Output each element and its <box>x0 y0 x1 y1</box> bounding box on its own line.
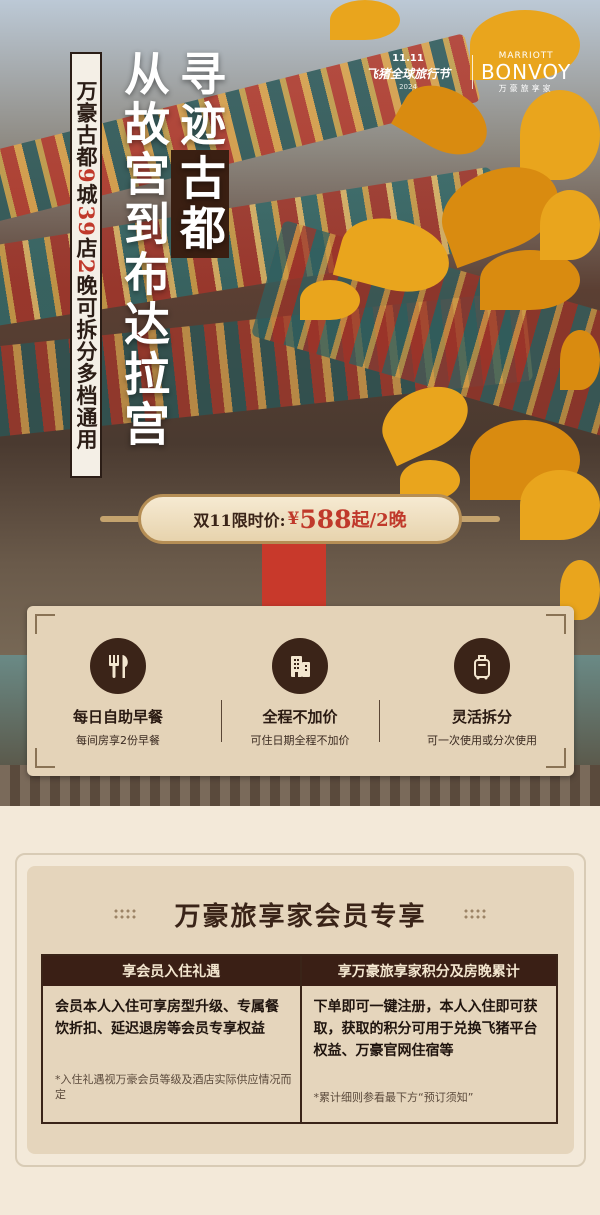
benefit-header: 享会员入住礼遇 <box>43 956 300 986</box>
headline-right-text: 寻迹 <box>173 50 227 150</box>
feature-subtitle: 每间房享2份早餐 <box>76 734 160 747</box>
hero-section: 万豪古都9城39店2晚可拆分多档通用 从故宫到布达拉宫 寻迹古都 11.11 飞… <box>0 0 600 806</box>
corner-ornament <box>35 748 55 768</box>
marriott-bonvoy-logo: MARRIOTT BONVOY 万豪旅享家 <box>481 50 572 93</box>
tag-text: 万豪古都 <box>74 79 99 168</box>
feature-no-markup: 全程不加价 可住日期全程不加价 <box>209 638 391 748</box>
fliggy-logo: 11.11 飞猪全球旅行节 2024 <box>365 53 450 91</box>
brand-logos: 11.11 飞猪全球旅行节 2024 MARRIOTT BONVOY 万豪旅享家 <box>352 44 582 100</box>
luggage-icon <box>454 638 510 694</box>
corner-ornament <box>35 614 55 634</box>
price-currency: ¥ <box>287 509 300 529</box>
features-panel: 每日自助早餐 每间房享2份早餐 全程不加价 可住日期全程不加价 灵活拆分 可一次… <box>27 606 574 776</box>
benefit-note: *累计细则参看最下方“预订须知” <box>313 1091 474 1104</box>
tag-highlight: 2 <box>74 258 99 275</box>
tag-highlight: 39 <box>74 205 99 237</box>
fork-knife-icon <box>90 638 146 694</box>
benefit-note: *入住礼遇视万豪会员等级及酒店实际供应情况而定 <box>55 1073 292 1101</box>
headline-highlight: 古都 <box>171 150 229 258</box>
benefit-body: 下单即可一键注册，本人入住即可获取，获取的积分可用于兑换飞猪平台权益、万豪官网住… <box>313 999 538 1059</box>
member-title: 万豪旅享家会员专享 <box>174 902 427 932</box>
tag-text: 店 <box>74 236 99 259</box>
price-suffix: 起/2晚 <box>351 510 407 531</box>
feature-title: 灵活拆分 <box>451 708 512 726</box>
benefit-body: 会员本人入住可享房型升级、专属餐饮折扣、延迟退房等会员专享权益 <box>55 999 279 1037</box>
logo-divider <box>472 55 473 89</box>
headline-right: 寻迹古都 <box>171 50 229 258</box>
tag-text: 晚可拆分多档通用 <box>74 274 99 451</box>
benefit-column-checkin: 享会员入住礼遇 会员本人入住可享房型升级、专属餐饮折扣、延迟退房等会员专享权益 … <box>43 956 300 1122</box>
feature-subtitle: 可一次使用或分次使用 <box>427 734 537 747</box>
decorative-dots <box>463 908 487 920</box>
corner-ornament <box>546 614 566 634</box>
price-amount: 588 <box>299 504 352 534</box>
feature-subtitle: 可住日期全程不加价 <box>250 734 350 747</box>
corner-ornament <box>546 748 566 768</box>
price-plaque: 双11限时价: ¥ 588 起/2晚 <box>100 494 500 544</box>
feature-title: 每日自助早餐 <box>72 708 163 726</box>
promo-page: 万豪古都9城39店2晚可拆分多档通用 从故宫到布达拉宫 寻迹古都 11.11 飞… <box>0 0 600 1215</box>
member-benefits-card: 万豪旅享家会员专享 享会员入住礼遇 会员本人入住可享房型升级、专属餐饮折扣、延迟… <box>27 866 574 1154</box>
price-label: 双11限时价: <box>193 511 286 530</box>
benefit-column-points: 享万豪旅享家积分及房晚累计 下单即可一键注册，本人入住即可获取，获取的积分可用于… <box>299 956 556 1122</box>
feature-divider <box>379 700 380 742</box>
feature-title: 全程不加价 <box>262 708 338 726</box>
feature-flexible-split: 灵活拆分 可一次使用或分次使用 <box>391 638 573 748</box>
tag-text: 城 <box>74 183 99 206</box>
feature-breakfast: 每日自助早餐 每间房享2份早餐 <box>27 638 209 748</box>
headline-left: 从故宫到布达拉宫 <box>117 50 171 450</box>
vertical-subtitle-tag: 万豪古都9城39店2晚可拆分多档通用 <box>70 52 102 478</box>
benefits-table: 享会员入住礼遇 会员本人入住可享房型升级、专属餐饮折扣、延迟退房等会员专享权益 … <box>41 954 558 1124</box>
tag-highlight: 9 <box>74 167 99 184</box>
building-icon <box>272 638 328 694</box>
benefit-header: 享万豪旅享家积分及房晚累计 <box>301 956 556 986</box>
